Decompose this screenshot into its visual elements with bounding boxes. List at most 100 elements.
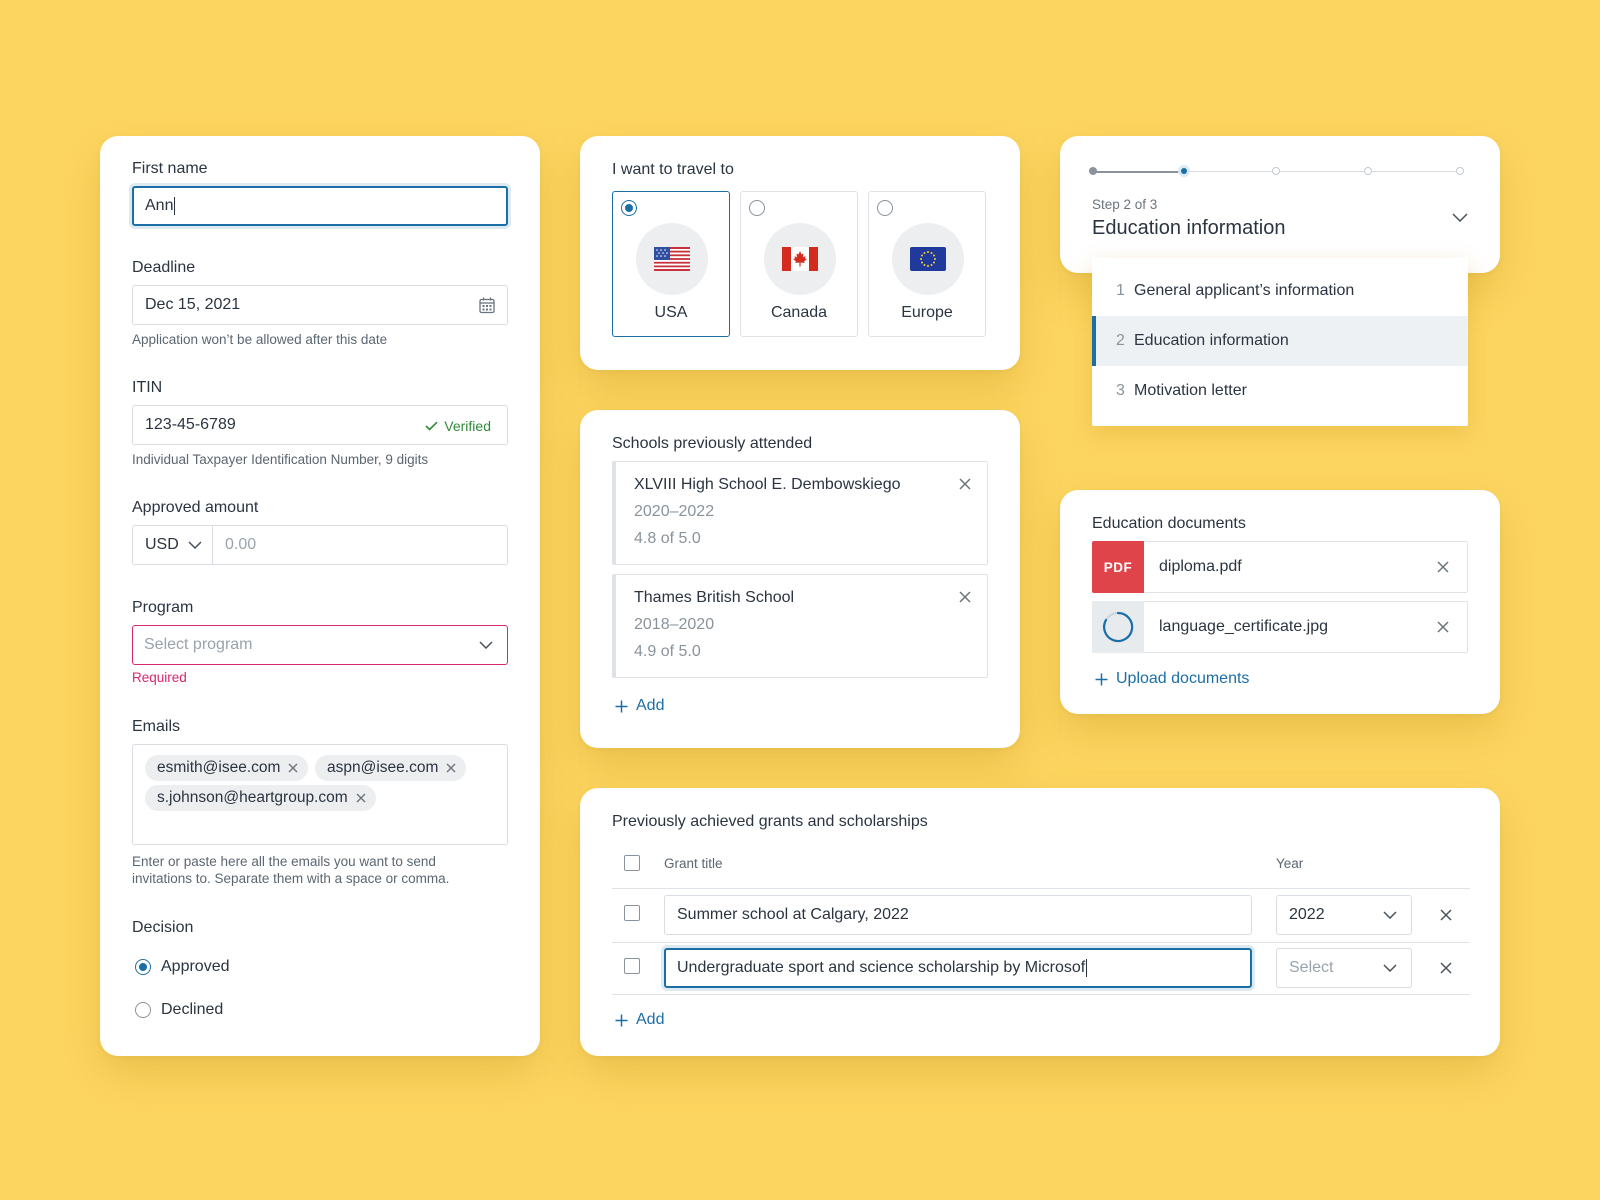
close-icon[interactable]	[288, 763, 298, 773]
close-icon[interactable]	[959, 591, 971, 603]
school-grade: 4.9 of 5.0	[634, 643, 701, 660]
schools-label: Schools previously attended	[612, 435, 813, 452]
emails-tag-input[interactable]: esmith@isee.com aspn@isee.com s.johnson@…	[132, 744, 508, 845]
grant-title-input-focused[interactable]: Undergraduate sport and science scholars…	[664, 948, 1252, 988]
close-icon[interactable]	[1440, 909, 1452, 921]
step-dot[interactable]	[1272, 167, 1280, 175]
check-icon	[425, 421, 438, 431]
chevron-down-icon	[479, 641, 493, 649]
upload-documents-label: Upload documents	[1116, 670, 1250, 687]
row-divider	[612, 942, 1470, 943]
program-error: Required	[132, 670, 187, 685]
step-menu-item[interactable]: 1 General applicant’s information	[1092, 266, 1468, 316]
radio-button[interactable]	[135, 959, 151, 975]
text-cursor	[1086, 959, 1088, 977]
row-divider	[612, 888, 1470, 889]
close-icon[interactable]	[356, 793, 366, 803]
radio-button[interactable]	[749, 200, 765, 216]
step-counter: Step 2 of 3	[1092, 197, 1158, 212]
radio-button[interactable]	[135, 1002, 151, 1018]
emails-hint-line-2: invitations to. Separate them with a spa…	[132, 871, 450, 886]
plus-icon	[615, 1014, 628, 1027]
column-header-year: Year	[1276, 856, 1304, 871]
document-name: language_certificate.jpg	[1159, 618, 1329, 635]
itin-label: ITIN	[132, 379, 163, 396]
email-chip: aspn@isee.com	[315, 755, 467, 781]
document-item: language_certificate.jpg	[1092, 601, 1468, 653]
close-icon[interactable]	[1437, 561, 1449, 573]
year-select[interactable]: 2022	[1276, 895, 1412, 935]
grant-title-input[interactable]: Summer school at Calgary, 2022	[664, 895, 1252, 935]
school-name: Thames British School	[634, 589, 795, 606]
step-menu-item[interactable]: 3 Motivation letter	[1092, 366, 1468, 416]
step-menu-label: Motivation letter	[1134, 382, 1247, 399]
verified-text: Verified	[444, 418, 491, 434]
deadline-label: Deadline	[132, 259, 196, 276]
chevron-down-icon	[1383, 964, 1397, 972]
step-menu-item-active[interactable]: 2 Education information	[1092, 316, 1468, 366]
emails-hint-line-1: Enter or paste here all the emails you w…	[132, 854, 436, 869]
step-dot[interactable]	[1456, 167, 1464, 175]
school-item: Thames British School 2018–2020 4.9 of 5…	[612, 574, 988, 678]
travel-option-europe[interactable]: Europe	[868, 191, 986, 337]
radio-button[interactable]	[621, 200, 637, 216]
select-all-checkbox[interactable]	[624, 855, 640, 871]
close-icon[interactable]	[1437, 621, 1449, 633]
applicant-form-card: First name Ann Deadline Dec 15, 2021 App…	[100, 136, 540, 1056]
row-checkbox[interactable]	[624, 905, 640, 921]
step-dot-current[interactable]	[1181, 168, 1187, 174]
currency-select[interactable]: USD	[133, 526, 213, 564]
verified-status: Verified	[425, 418, 491, 434]
decision-label: Decision	[132, 919, 194, 936]
close-icon[interactable]	[446, 763, 456, 773]
first-name-label: First name	[132, 160, 208, 177]
grant-title-value: Undergraduate sport and science scholars…	[677, 959, 1086, 976]
decision-option-declined[interactable]: Declined	[135, 1001, 223, 1019]
decision-option-label: Declined	[161, 1001, 224, 1018]
radio-button[interactable]	[877, 200, 893, 216]
first-name-value: Ann	[145, 197, 174, 214]
amount-input[interactable]: 0.00	[225, 536, 256, 554]
close-icon[interactable]	[959, 478, 971, 490]
step-dot-complete[interactable]	[1089, 167, 1097, 175]
program-placeholder: Select program	[144, 636, 253, 653]
eu-flag-icon	[892, 223, 964, 295]
upload-documents-button[interactable]: Upload documents	[1095, 670, 1249, 688]
deadline-date-input[interactable]: Dec 15, 2021	[132, 285, 508, 325]
decision-option-label: Approved	[161, 958, 230, 975]
add-grant-button[interactable]: Add	[615, 1011, 664, 1029]
decision-option-approved[interactable]: Approved	[135, 958, 230, 976]
stepper-card: Step 2 of 3 Education information	[1060, 136, 1500, 273]
calendar-icon[interactable]	[479, 297, 495, 314]
itin-value: 123-45-6789	[145, 416, 236, 433]
step-title: Education information	[1092, 217, 1286, 239]
document-item: PDF diploma.pdf	[1092, 541, 1468, 593]
schools-card: Schools previously attended XLVIII High …	[580, 410, 1020, 748]
program-select[interactable]: Select program	[132, 625, 508, 665]
amount-group: USD 0.00	[132, 525, 508, 565]
close-icon[interactable]	[1440, 962, 1452, 974]
plus-icon	[1095, 673, 1108, 686]
travel-label: I want to travel to	[612, 161, 734, 178]
travel-option-label: Canada	[770, 304, 828, 321]
school-years: 2018–2020	[634, 616, 715, 633]
deadline-hint: Application won’t be allowed after this …	[132, 332, 388, 347]
row-checkbox[interactable]	[624, 958, 640, 974]
step-menu-label: Education information	[1134, 332, 1289, 349]
document-name: diploma.pdf	[1159, 558, 1242, 575]
year-select[interactable]: Select	[1276, 948, 1412, 988]
pdf-badge: PDF	[1092, 541, 1144, 593]
email-chip: s.johnson@heartgroup.com	[145, 785, 376, 811]
year-value: 2022	[1289, 906, 1325, 923]
chevron-down-icon	[1383, 911, 1397, 919]
itin-input[interactable]: 123-45-6789 Verified	[132, 405, 508, 445]
chevron-down-icon[interactable]	[1452, 213, 1468, 222]
step-dot[interactable]	[1364, 167, 1372, 175]
first-name-input[interactable]: Ann	[132, 186, 508, 226]
travel-option-canada[interactable]: Canada	[740, 191, 858, 337]
currency-value: USD	[145, 536, 179, 553]
travel-option-usa[interactable]: USA	[612, 191, 730, 337]
add-school-label: Add	[636, 697, 665, 714]
email-chip-text: esmith@isee.com	[157, 759, 281, 776]
add-school-button[interactable]: Add	[615, 697, 664, 715]
